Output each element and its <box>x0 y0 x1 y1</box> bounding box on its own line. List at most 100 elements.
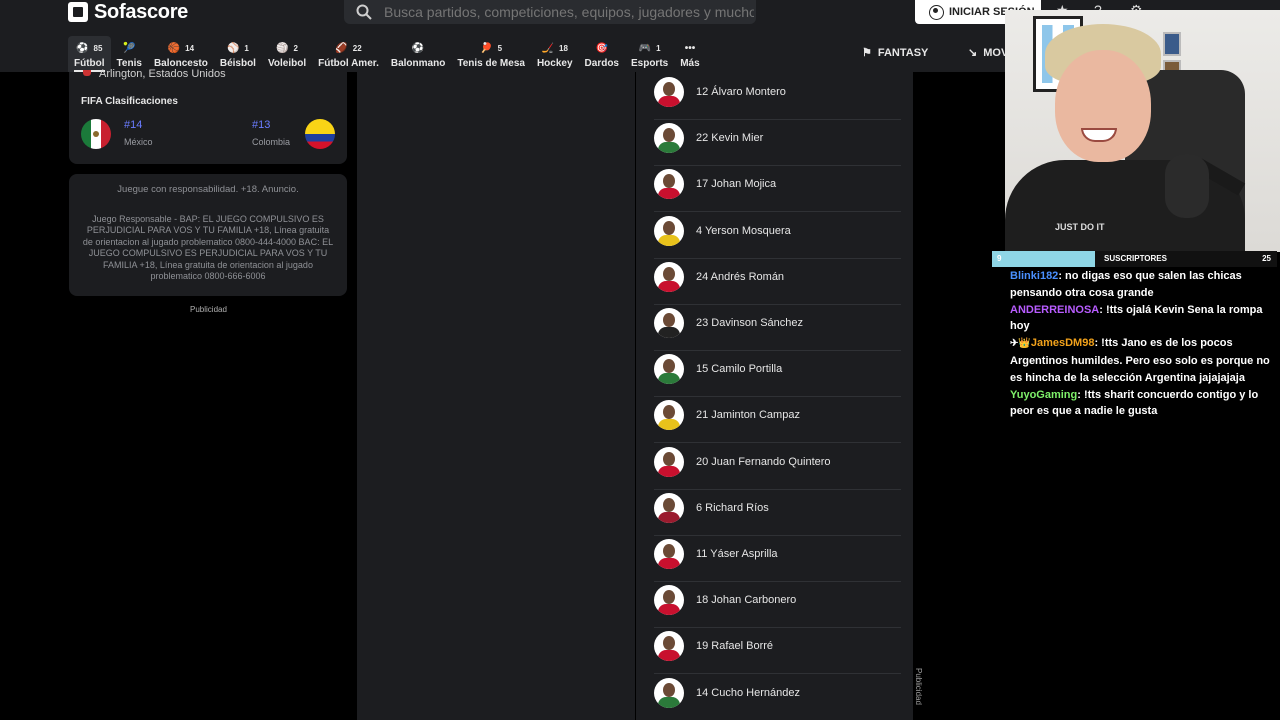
avatar-face <box>663 82 675 96</box>
avatar-shirt <box>658 96 680 107</box>
avatar-face <box>663 590 675 605</box>
player-name: 20 Juan Fernando Quintero <box>696 455 831 468</box>
sport-icon: ••• <box>684 42 696 54</box>
lineup-list: 12 Álvaro Montero 22 Kevin Mier 17 Johan M… <box>636 72 913 720</box>
live-count: 85 <box>93 44 103 53</box>
nav-label: Hockey <box>536 58 573 69</box>
nav-item-béisbol[interactable]: ⚾ 1 Béisbol <box>214 36 262 72</box>
player-row[interactable]: 17 Johan Mojica <box>654 166 901 213</box>
player-row[interactable]: 20 Juan Fernando Quintero <box>654 444 901 490</box>
player-row[interactable]: 18 Johan Carbonero <box>654 582 901 629</box>
nav-item-top: 🏒 18 <box>542 42 568 55</box>
player-row[interactable]: 24 Andrés Román <box>654 259 901 305</box>
nav-item-baloncesto[interactable]: 🏀 14 Baloncesto <box>148 36 214 72</box>
nav-item-top: 🏐 2 <box>276 42 298 55</box>
sport-icon: 🏐 <box>276 42 289 54</box>
colombia-name: Colombia <box>252 137 291 147</box>
colombia-rank: #13 <box>252 119 271 131</box>
player-row[interactable]: 22 Kevin Mier <box>654 120 901 167</box>
search-input[interactable] <box>384 4 754 20</box>
avatar-shirt <box>658 696 680 708</box>
venue-text: Arlington, Estados Unidos <box>99 68 226 80</box>
nav-item-top: 🏈 22 <box>335 42 361 55</box>
nav-label: Dardos <box>584 58 619 69</box>
sport-icon: 🏀 <box>167 42 181 54</box>
live-count: 1 <box>244 44 249 53</box>
chat-username[interactable]: YuyoGaming <box>1010 389 1077 401</box>
mexico-rank: #14 <box>124 119 143 131</box>
player-avatar <box>654 77 684 107</box>
gambling-ad-card[interactable]: Juegue con responsabilidad. +18. Anuncio… <box>69 174 347 296</box>
subscriber-count: 9 <box>997 254 1002 263</box>
player-row[interactable]: 15 Camilo Portilla <box>654 351 901 398</box>
player-avatar <box>654 123 684 154</box>
player-row[interactable]: 23 Davinson Sánchez <box>654 305 901 351</box>
avatar-face <box>663 313 675 327</box>
avatar-face <box>663 682 675 697</box>
chat-username[interactable]: JamesDM98 <box>1031 337 1095 349</box>
nav-item-voleibol[interactable]: 🏐 2 Voleibol <box>262 36 312 72</box>
nav-item-top: ⚽ 85 <box>76 42 102 55</box>
fifa-rankings-title: FIFA Clasificaciones <box>81 96 178 107</box>
shirt-print: JUST DO IT <box>1055 222 1105 232</box>
ad-disclaimer: Juego Responsable - BAP: EL JUEGO COMPUL… <box>82 214 334 282</box>
nav-item-esports[interactable]: 🎮 1 Esports <box>625 36 674 72</box>
match-info-card: Arlington, Estados Unidos FIFA Clasifica… <box>69 68 347 164</box>
player-row[interactable]: 19 Rafael Borré <box>654 628 901 675</box>
avatar-shirt <box>658 465 680 477</box>
avatar-shirt <box>658 142 680 154</box>
fantasy-label: FANTASY <box>877 46 929 59</box>
player-avatar <box>654 400 684 431</box>
search-bar[interactable] <box>344 0 756 24</box>
avatar-face <box>663 128 675 143</box>
chat-message: ✈👑JamesDM98: !tts Jano es de los pocos A… <box>1010 335 1276 386</box>
avatar-face <box>663 636 675 651</box>
trend-icon: ↘ <box>968 47 978 59</box>
search-icon <box>356 4 372 20</box>
player-row[interactable]: 6 Richard Ríos <box>654 490 901 536</box>
player-avatar <box>654 354 684 385</box>
player-row[interactable]: 11 Yáser Asprilla <box>654 536 901 582</box>
avatar-face <box>663 544 675 558</box>
chat-username[interactable]: Blinki182 <box>1010 270 1058 282</box>
nav-item-dardos[interactable]: 🎯 Dardos <box>579 36 625 72</box>
player-row[interactable]: 14 Cucho Hernández <box>654 675 901 720</box>
avatar-face <box>663 174 675 189</box>
nav-item-top: 🎯 <box>596 42 608 55</box>
nav-item-tenis-de-mesa[interactable]: 🏓 5 Tenis de Mesa <box>451 36 531 72</box>
sofascore-logo[interactable]: Sofascore <box>68 0 188 24</box>
player-row[interactable]: 12 Álvaro Montero <box>654 74 901 120</box>
player-avatar <box>654 215 684 246</box>
avatar-shirt <box>658 234 680 246</box>
player-name: 6 Richard Ríos <box>696 501 769 514</box>
player-name: 23 Davinson Sánchez <box>696 317 804 329</box>
mov-link[interactable]: ↘ MOV <box>968 46 1008 60</box>
chat-message: YuyoGaming: !tts sharit concuerdo contig… <box>1010 387 1276 421</box>
nav-item-fútbol-amer[interactable]: 🏈 22 Fútbol Amer. <box>312 36 385 72</box>
nav-item-balonmano[interactable]: ⚽ Balonmano <box>385 36 451 72</box>
avatar-shirt <box>658 327 680 338</box>
nav-label: Tenis de Mesa <box>457 58 525 69</box>
chat-username[interactable]: ANDERREINOSA <box>1010 304 1099 316</box>
nav-item-fútbol[interactable]: ⚽ 85 Fútbol <box>68 36 111 72</box>
live-count: 5 <box>497 44 503 53</box>
mexico-flag-icon <box>81 119 111 149</box>
nav-item-top: ••• <box>685 42 696 55</box>
fantasy-link[interactable]: ⚑ FANTASY <box>862 46 929 60</box>
sport-icon: ⚾ <box>226 42 240 54</box>
player-avatar <box>654 631 684 662</box>
player-row[interactable]: 4 Yerson Mosquera <box>654 213 901 259</box>
nav-item-hockey[interactable]: 🏒 18 Hockey <box>531 36 579 72</box>
player-row[interactable]: 21 Jaminton Campaz <box>654 397 901 444</box>
nav-item-tenis[interactable]: 🎾 Tenis <box>111 36 148 72</box>
nav-item-más[interactable]: ••• Más <box>674 36 705 72</box>
avatar-face <box>663 405 675 420</box>
live-count: 14 <box>185 44 195 53</box>
avatar-face <box>663 359 675 374</box>
chat-badge-icon: ✈👑 <box>1010 338 1031 350</box>
player-avatar <box>654 677 684 708</box>
streamer-face <box>1055 50 1151 162</box>
avatar-face <box>663 266 675 281</box>
sport-icon: 🎮 <box>638 42 652 54</box>
player-avatar <box>654 446 684 477</box>
